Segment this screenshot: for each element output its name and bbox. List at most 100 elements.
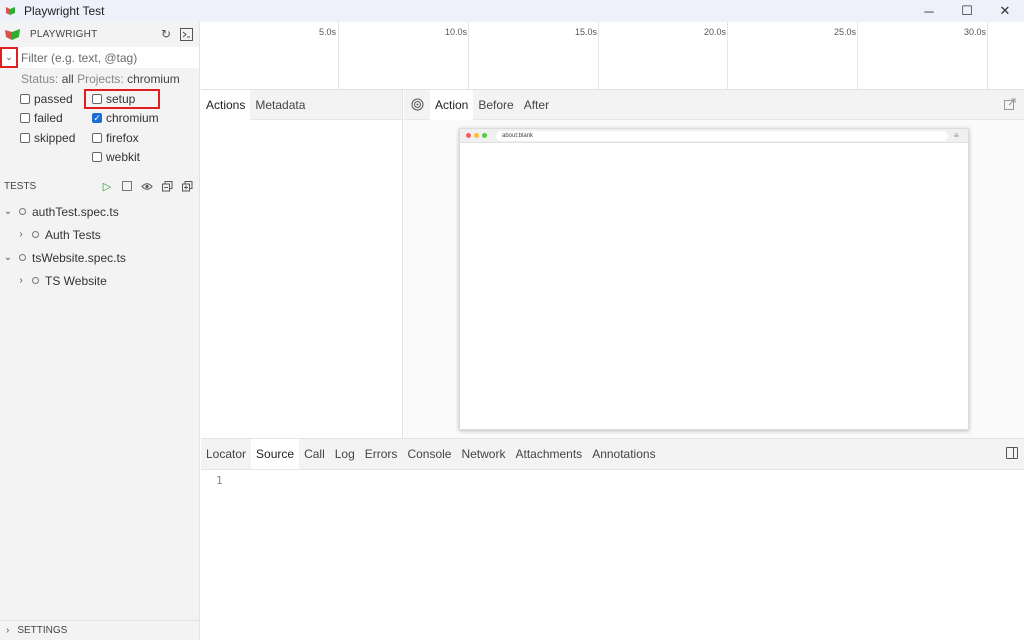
- status-label: Status:: [21, 72, 59, 86]
- tab-before[interactable]: Before: [473, 90, 518, 120]
- option-label: webkit: [106, 150, 141, 164]
- minimize-button[interactable]: ─: [910, 0, 948, 22]
- checkbox[interactable]: [20, 133, 30, 143]
- timeline-tick: 5.0s: [319, 22, 339, 90]
- projects-value: chromium: [127, 72, 180, 86]
- filter-row: ⌄: [0, 47, 199, 68]
- checkbox[interactable]: [92, 94, 102, 104]
- watch-eye-icon[interactable]: [140, 179, 154, 193]
- tab-call[interactable]: Call: [299, 439, 330, 469]
- chevron-down-icon: ⌄: [5, 52, 13, 62]
- tree-item-ts-website[interactable]: › TS Website: [0, 269, 200, 292]
- playwright-logo-icon: [5, 29, 20, 40]
- close-button[interactable]: ✕: [986, 0, 1024, 22]
- option-label: failed: [34, 111, 63, 125]
- status-summary: Status: all Projects: chromium: [0, 72, 199, 88]
- status-option-failed[interactable]: failed: [20, 109, 63, 127]
- checkbox[interactable]: [20, 94, 30, 104]
- tab-locator[interactable]: Locator: [201, 439, 251, 469]
- tab-console[interactable]: Console: [402, 439, 456, 469]
- playwright-logo-icon: [6, 7, 15, 15]
- snapshot-pane: Action Before After about:blank ≡: [404, 89, 1024, 438]
- tick-label: 25.0s: [834, 27, 857, 37]
- status-circle-icon: [32, 277, 39, 284]
- tab-annotations[interactable]: Annotations: [587, 439, 660, 469]
- status-value: all: [61, 72, 74, 86]
- stop-icon[interactable]: [120, 179, 134, 193]
- option-label: passed: [34, 92, 73, 106]
- timeline[interactable]: 5.0s 10.0s 15.0s 20.0s 25.0s 30.0s: [201, 22, 1024, 90]
- tab-errors[interactable]: Errors: [360, 439, 403, 469]
- project-option-webkit[interactable]: webkit: [92, 148, 140, 166]
- tests-title: TESTS: [4, 180, 37, 192]
- run-all-icon[interactable]: ▷: [100, 179, 114, 193]
- tab-network[interactable]: Network: [456, 439, 510, 469]
- tab-actions[interactable]: Actions: [201, 89, 251, 120]
- chevron-right-icon[interactable]: ›: [15, 229, 27, 240]
- tree-item-authtest-spec[interactable]: ⌄ authTest.spec.ts: [0, 200, 200, 223]
- browser-minimize-dot: [474, 133, 479, 138]
- status-circle-icon: [32, 231, 39, 238]
- collapse-all-icon[interactable]: [160, 179, 174, 193]
- window-title: Playwright Test: [24, 4, 105, 18]
- tick-label: 5.0s: [319, 27, 337, 37]
- tab-log[interactable]: Log: [330, 439, 360, 469]
- target-icon[interactable]: [404, 98, 430, 111]
- hamburger-menu-icon: ≡: [954, 131, 959, 140]
- refresh-icon[interactable]: ↻: [159, 27, 173, 41]
- status-circle-icon: [19, 254, 26, 261]
- tree-item-auth-tests[interactable]: › Auth Tests: [0, 223, 200, 246]
- terminal-icon[interactable]: [179, 27, 193, 41]
- tab-after[interactable]: After: [519, 90, 554, 120]
- checkbox[interactable]: [92, 133, 102, 143]
- test-tree: ⌄ authTest.spec.ts › Auth Tests ⌄ tsWebs…: [0, 200, 200, 292]
- checkbox[interactable]: [92, 152, 102, 162]
- settings-section[interactable]: › SETTINGS: [0, 620, 200, 640]
- timeline-tick: 30.0s: [964, 22, 988, 90]
- checkbox-checked[interactable]: ✓: [92, 113, 102, 123]
- filter-options: passed failed skipped setup ✓ chromium f…: [0, 89, 199, 169]
- tab-metadata[interactable]: Metadata: [250, 90, 310, 120]
- details-tabbar: Locator Source Call Log Errors Console N…: [201, 439, 1024, 470]
- timeline-tick: 25.0s: [834, 22, 858, 90]
- timeline-tick: 10.0s: [445, 22, 469, 90]
- maximize-button[interactable]: ☐: [948, 0, 986, 22]
- tab-source[interactable]: Source: [251, 439, 300, 469]
- browser-url-bar: about:blank: [496, 130, 948, 141]
- split-layout-icon[interactable]: [1006, 447, 1018, 459]
- chevron-down-icon[interactable]: ⌄: [2, 252, 14, 263]
- tick-label: 30.0s: [964, 27, 987, 37]
- details-pane: Locator Source Call Log Errors Console N…: [201, 438, 1024, 640]
- chevron-right-icon[interactable]: ›: [15, 275, 27, 286]
- option-label: skipped: [34, 131, 76, 145]
- project-option-chromium[interactable]: ✓ chromium: [92, 109, 159, 127]
- status-circle-icon: [19, 208, 26, 215]
- tree-item-tswebsite-spec[interactable]: ⌄ tsWebsite.spec.ts: [0, 246, 200, 269]
- tree-item-label: authTest.spec.ts: [32, 204, 119, 219]
- option-label: chromium: [106, 111, 159, 125]
- tick-label: 15.0s: [575, 27, 598, 37]
- actions-tabbar: Actions Metadata: [201, 89, 402, 120]
- snapshot-browser: about:blank ≡: [459, 128, 969, 430]
- project-option-firefox[interactable]: firefox: [92, 129, 139, 147]
- open-external-icon[interactable]: [1004, 98, 1018, 112]
- timeline-tick: 20.0s: [704, 22, 728, 90]
- sidebar: PLAYWRIGHT ↻ ⌄ Status: all Projects: chr…: [0, 22, 200, 640]
- project-option-setup[interactable]: setup: [92, 90, 135, 108]
- status-option-skipped[interactable]: skipped: [20, 129, 75, 147]
- filter-expand-toggle[interactable]: ⌄: [0, 47, 18, 68]
- chevron-down-icon[interactable]: ⌄: [2, 206, 14, 217]
- tab-attachments[interactable]: Attachments: [510, 439, 587, 469]
- option-label: setup: [106, 92, 136, 106]
- timeline-tick: 15.0s: [575, 22, 599, 90]
- checkbox[interactable]: [20, 113, 30, 123]
- tree-item-label: TS Website: [45, 273, 107, 288]
- filter-input[interactable]: [21, 50, 191, 65]
- option-label: firefox: [106, 131, 139, 145]
- actions-pane: Actions Metadata: [201, 89, 403, 438]
- expand-all-icon[interactable]: [180, 179, 194, 193]
- status-option-passed[interactable]: passed: [20, 90, 73, 108]
- tab-action[interactable]: Action: [430, 89, 474, 120]
- tests-header: TESTS ▷: [0, 176, 200, 196]
- source-line-number: 1: [216, 474, 223, 487]
